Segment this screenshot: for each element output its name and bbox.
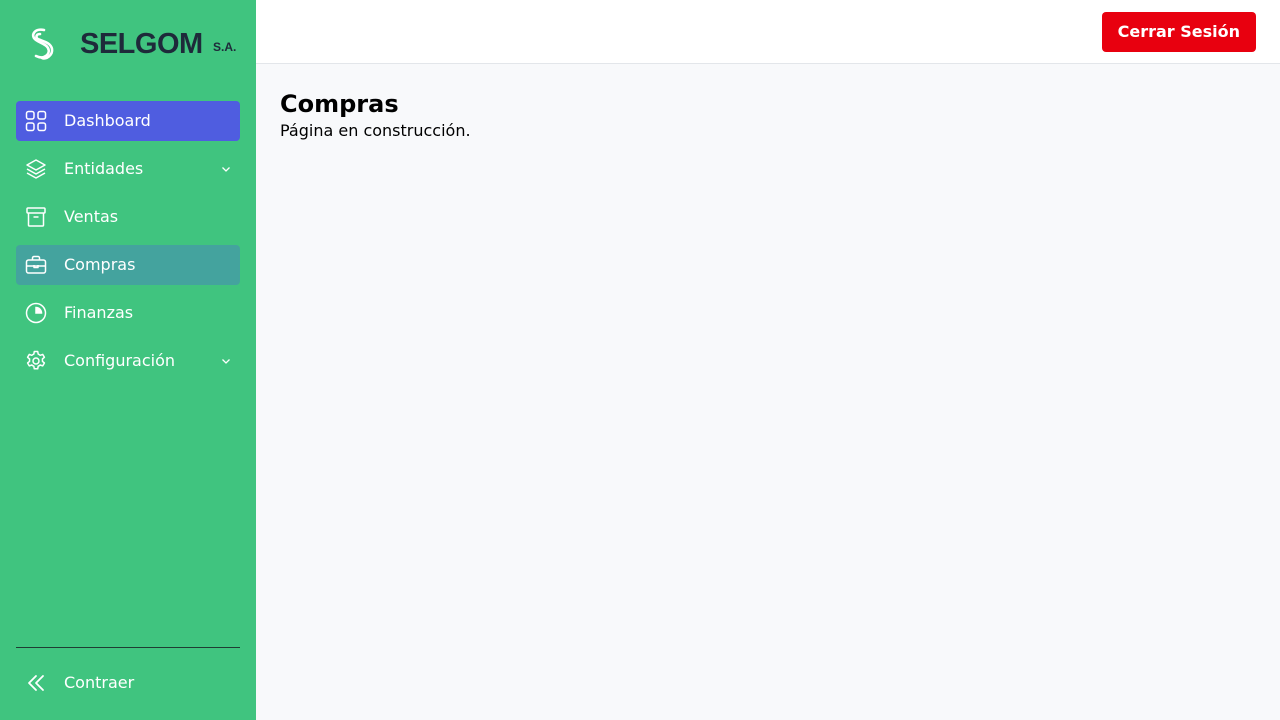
main-content: Compras Página en construcción. [256,65,1280,720]
sidebar-item-label: Finanzas [64,303,134,322]
page-subtitle: Página en construcción. [280,121,471,140]
sidebar-item-dashboard[interactable]: Dashboard [16,101,240,141]
gear-icon [26,350,46,370]
layers-icon [26,159,46,179]
sidebar-item-finanzas[interactable]: Finanzas [16,293,240,333]
sidebar-item-label: Entidades [64,159,144,178]
chevron-down-icon[interactable] [220,355,232,367]
sidebar: SELGOM S.A. Dashboard Entidades Ventas C… [0,0,256,720]
sidebar-item-label: Dashboard [64,111,151,130]
brand-name: SELGOM [80,28,203,60]
collapse-label: Contraer [64,673,135,692]
sidebar-nav: Dashboard Entidades Ventas Compras Finan… [16,101,240,389]
sidebar-divider [16,647,240,648]
double-chevron-left-icon [28,675,44,691]
brand-suffix: S.A. [213,40,237,54]
app-root: SELGOM S.A. Dashboard Entidades Ventas C… [0,0,1280,720]
sidebar-item-label: Configuración [64,351,176,370]
sidebar-item-label: Compras [64,255,136,274]
sidebar-item-compras[interactable]: Compras [16,245,240,285]
top-header: Cerrar Sesión [256,0,1280,64]
grid-icon [25,110,47,132]
logout-button[interactable]: Cerrar Sesión [1101,12,1256,52]
sidebar-item-configuracion[interactable]: Configuración [16,341,240,381]
page-title: Compras [280,90,399,118]
briefcase-icon [25,255,47,274]
chevron-down-icon[interactable] [220,163,232,175]
sidebar-item-entidades[interactable]: Entidades [16,149,240,189]
sidebar-item-ventas[interactable]: Ventas [16,197,240,237]
brand-logo[interactable]: SELGOM S.A. [24,24,244,64]
collapse-sidebar-button[interactable]: Contraer [16,663,240,703]
sidebar-item-label: Ventas [64,207,119,226]
box-icon [26,207,46,227]
pie-chart-icon [25,302,47,324]
s-logo-icon [31,28,54,60]
